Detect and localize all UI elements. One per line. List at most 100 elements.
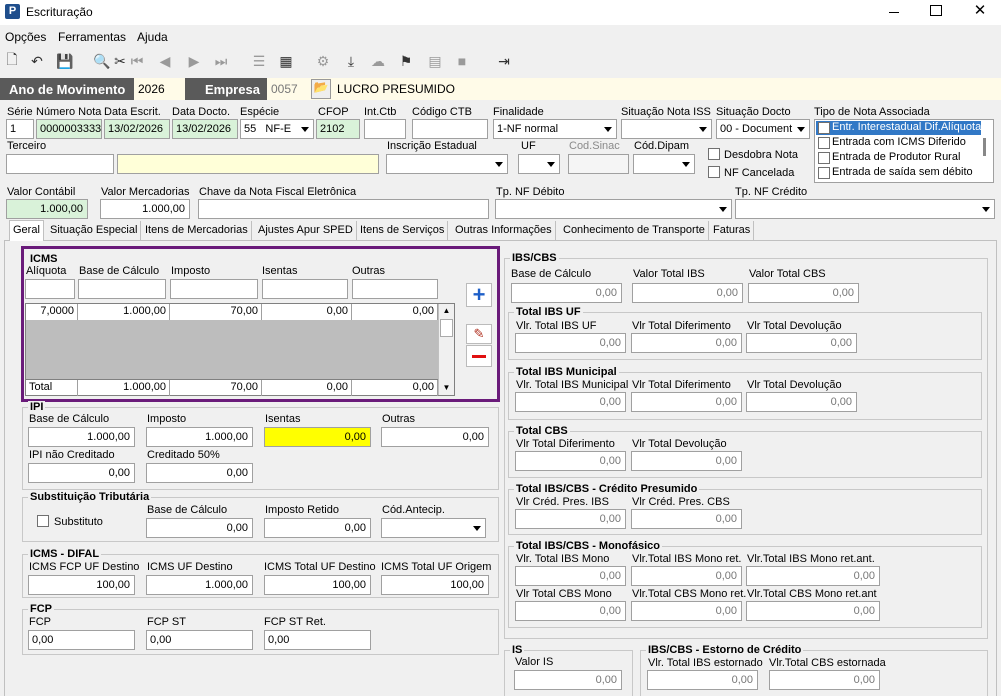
icms-outras-input[interactable] <box>352 279 438 299</box>
chevron-down-icon[interactable] <box>695 120 711 138</box>
list-icon[interactable]: ☰ <box>249 51 269 71</box>
chevron-down-icon[interactable] <box>793 120 809 138</box>
exit-icon[interactable]: ⇥ <box>494 51 514 71</box>
tab-geral[interactable]: Geral <box>9 220 44 241</box>
tab-conhecimento-transporte[interactable]: Conhecimento de Transporte <box>560 221 709 240</box>
icms-aliquota-input[interactable] <box>25 279 75 299</box>
estorno-v2[interactable]: 0,00 <box>769 670 880 690</box>
chevron-down-icon[interactable] <box>543 155 559 173</box>
cbs-v1[interactable]: 0,00 <box>515 451 626 471</box>
st-base-input[interactable]: 0,00 <box>146 518 253 538</box>
mono-v3[interactable]: 0,00 <box>746 566 880 586</box>
valor-merc-input[interactable]: 1.000,00 <box>100 199 190 219</box>
maximize-icon[interactable] <box>930 5 942 16</box>
data-escrit-input[interactable]: 13/02/2026 <box>104 119 170 139</box>
difal-total-orig-input[interactable]: 100,00 <box>381 575 489 595</box>
tab-situacao-especial[interactable]: Situação Especial <box>47 221 142 240</box>
icms-grid[interactable]: 7,0000 1.000,00 70,00 0,00 0,00 Total 1.… <box>25 303 455 396</box>
sit-docto-select[interactable]: 00 - Document <box>716 119 810 139</box>
mono-v5[interactable]: 0,00 <box>631 601 742 621</box>
ipi-nao-cred-input[interactable]: 0,00 <box>28 463 135 483</box>
table-row[interactable]: 7,0000 1.000,00 70,00 0,00 0,00 <box>26 304 438 320</box>
tab-outras-informacoes[interactable]: Outras Informações <box>452 221 556 240</box>
ibs-uf-v3[interactable]: 0,00 <box>746 333 857 353</box>
st-retido-input[interactable]: 0,00 <box>264 518 371 538</box>
tipo-nota-item[interactable]: Entrada com ICMS Diferido <box>816 136 981 150</box>
ano-input[interactable]: 2026 <box>135 79 183 99</box>
cbs-v2[interactable]: 0,00 <box>631 451 742 471</box>
ibscbs-base-input[interactable]: 0,00 <box>511 283 622 303</box>
checkbox[interactable] <box>818 152 830 164</box>
fcpstret-input[interactable]: 0,00 <box>264 630 371 650</box>
ipi-imposto-input[interactable]: 1.000,00 <box>146 427 253 447</box>
terceiro-name-input[interactable] <box>117 154 379 174</box>
numero-input[interactable]: 0000003333 <box>36 119 102 139</box>
folder-icon[interactable]: 📂 <box>311 79 331 99</box>
scroll-thumb[interactable] <box>440 319 453 337</box>
cfop-input[interactable]: 2102 <box>316 119 360 139</box>
icms-imposto-input[interactable] <box>170 279 258 299</box>
tab-faturas[interactable]: Faturas <box>710 221 755 240</box>
tab-itens-servicos[interactable]: Itens de Serviços <box>357 221 449 240</box>
preview-icon[interactable]: 🔍 <box>92 51 112 71</box>
pres-v2[interactable]: 0,00 <box>631 509 742 529</box>
cloud-icon[interactable]: ☁ <box>368 51 388 71</box>
chevron-down-icon[interactable] <box>978 200 994 218</box>
ipi-cred50-input[interactable]: 0,00 <box>146 463 253 483</box>
next-icon[interactable]: ▶ <box>184 51 204 71</box>
ibs-uf-v1[interactable]: 0,00 <box>515 333 626 353</box>
difal-uf-dest-input[interactable]: 1.000,00 <box>146 575 253 595</box>
edit-icon[interactable]: ✎ <box>466 324 492 344</box>
terceiro-code-input[interactable] <box>6 154 114 174</box>
chevron-down-icon[interactable] <box>715 200 731 218</box>
especie-select[interactable]: 55 NF-E <box>240 119 314 139</box>
checkbox[interactable] <box>818 167 830 179</box>
sit-iss-select[interactable] <box>621 119 712 139</box>
cancelada-checkbox[interactable] <box>708 166 720 178</box>
checkbox[interactable] <box>818 137 830 149</box>
chevron-down-icon[interactable] <box>491 155 507 173</box>
icms-isentas-input[interactable] <box>262 279 348 299</box>
prev-icon[interactable]: ◀ <box>155 51 175 71</box>
ipi-base-input[interactable]: 1.000,00 <box>28 427 135 447</box>
difal-total-dest-input[interactable]: 100,00 <box>264 575 371 595</box>
calc-icon[interactable]: ▦ <box>276 51 296 71</box>
new-icon[interactable]: 🗋 <box>2 51 22 71</box>
difal-fcp-input[interactable]: 100,00 <box>28 575 135 595</box>
codctb-input[interactable] <box>412 119 488 139</box>
add-icon[interactable]: + <box>466 283 492 307</box>
desdobra-checkbox[interactable] <box>708 148 720 160</box>
ibscbs-cbs-input[interactable]: 0,00 <box>748 283 859 303</box>
first-icon[interactable]: ⏮ <box>127 51 147 71</box>
tp-debito-select[interactable] <box>495 199 732 219</box>
ibs-mun-v3[interactable]: 0,00 <box>746 392 857 412</box>
menu-opcoes[interactable]: Opções <box>5 30 46 44</box>
fcpst-input[interactable]: 0,00 <box>146 630 253 650</box>
minimize-icon[interactable] <box>886 4 902 20</box>
menu-ajuda[interactable]: Ajuda <box>137 30 168 44</box>
ipi-isentas-input[interactable]: 0,00 <box>264 427 371 447</box>
tipo-nota-item[interactable]: Entr. Interestadual Dif.Alíquota <box>816 121 981 135</box>
st-antecip-select[interactable] <box>381 518 486 538</box>
last-icon[interactable]: ⏭ <box>211 51 231 71</box>
cb-icon[interactable]: ⚑ <box>396 51 416 71</box>
fcp-input[interactable]: 0,00 <box>28 630 135 650</box>
checkbox[interactable] <box>818 122 830 134</box>
close-icon[interactable]: ✕ <box>972 1 988 21</box>
table-icon[interactable]: ▤ <box>425 51 445 71</box>
scrollbar[interactable]: ▲ ▼ <box>438 304 454 395</box>
serie-input[interactable]: 1 <box>6 119 34 139</box>
import-icon[interactable]: ⤓ <box>341 51 361 71</box>
mono-v4[interactable]: 0,00 <box>515 601 626 621</box>
tipo-nota-item[interactable]: Entrada de Produtor Rural <box>816 151 981 165</box>
menu-ferramentas[interactable]: Ferramentas <box>58 30 126 44</box>
finalidade-select[interactable]: 1-NF normal <box>493 119 617 139</box>
undo-icon[interactable]: ↶ <box>27 51 47 71</box>
substituto-checkbox[interactable] <box>37 515 49 527</box>
pres-v1[interactable]: 0,00 <box>515 509 626 529</box>
tool-icon[interactable]: ⚙ <box>313 51 333 71</box>
ibs-mun-v1[interactable]: 0,00 <box>515 392 626 412</box>
tab-ajustes-sped[interactable]: Ajustes Apur SPED <box>255 221 357 240</box>
icms-base-input[interactable] <box>78 279 166 299</box>
tipo-nota-item[interactable]: Entrada de saída sem débito <box>816 166 981 180</box>
